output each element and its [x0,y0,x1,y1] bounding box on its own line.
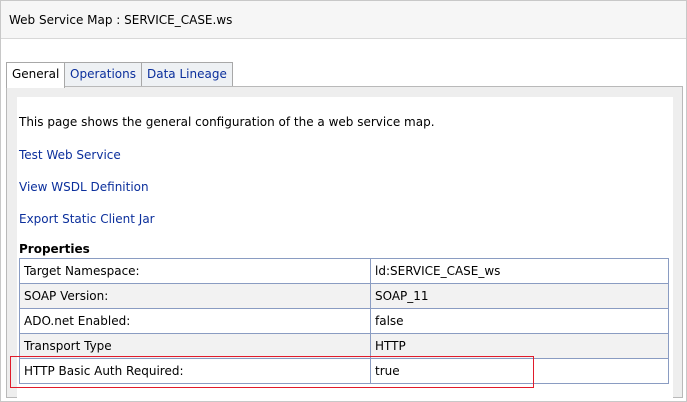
export-client-jar-link[interactable]: Export Static Client Jar [19,212,155,226]
properties-table: Target Namespace: ld:SERVICE_CASE_ws SOA… [19,258,669,384]
tab-operations[interactable]: Operations [64,62,142,87]
view-wsdl-link[interactable]: View WSDL Definition [19,180,149,194]
property-key: ADO.net Enabled: [19,308,371,334]
table-row: SOAP Version: SOAP_11 [19,283,669,309]
web-service-map-window: Web Service Map : SERVICE_CASE.ws Genera… [0,0,687,402]
test-web-service-link[interactable]: Test Web Service [19,148,121,162]
property-value: SOAP_11 [370,283,669,309]
property-value: true [370,358,669,384]
property-value: ld:SERVICE_CASE_ws [370,258,669,284]
tab-general[interactable]: General [6,62,66,88]
page-header: Web Service Map : SERVICE_CASE.ws [1,1,686,39]
tab-data-lineage[interactable]: Data Lineage [141,62,233,87]
property-key: SOAP Version: [19,283,371,309]
property-value: false [370,308,669,334]
general-tab-panel: This page shows the general configuratio… [6,86,683,399]
general-content: This page shows the general configuratio… [17,97,673,399]
properties-heading: Properties [19,242,90,256]
table-row: Target Namespace: ld:SERVICE_CASE_ws [19,258,669,284]
table-row: Transport Type HTTP [19,333,669,359]
property-key: Transport Type [19,333,371,359]
table-row: HTTP Basic Auth Required: true [19,358,669,384]
property-key: HTTP Basic Auth Required: [19,358,371,384]
property-key: Target Namespace: [19,258,371,284]
table-row: ADO.net Enabled: false [19,308,669,334]
page-title: Web Service Map : SERVICE_CASE.ws [9,13,233,27]
page-description: This page shows the general configuratio… [19,115,435,129]
property-value: HTTP [370,333,669,359]
